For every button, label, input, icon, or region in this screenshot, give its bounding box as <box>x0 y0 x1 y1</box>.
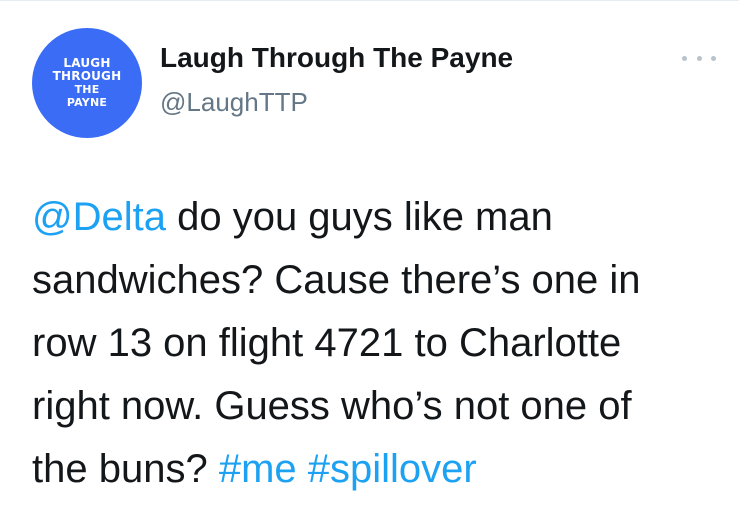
tweet-line: right now. Guess who’s not one of <box>32 384 632 428</box>
author-display-name[interactable]: Laugh Through The Payne <box>160 42 513 74</box>
more-options-button[interactable] <box>682 48 716 68</box>
tweet-line: row 13 on flight 4721 to Charlotte <box>32 321 622 365</box>
divider <box>0 0 739 1</box>
avatar-text-line: THE <box>74 83 100 96</box>
tweet-text-segment: do you guys like man <box>165 195 553 239</box>
more-horizontal-icon <box>696 55 702 61</box>
tweet-text: @Delta do you guys like man sandwiches? … <box>32 186 722 501</box>
tweet-card: LAUGH THROUGH THE PAYNE Laugh Through Th… <box>0 0 739 532</box>
tweet-line: @Delta do you guys like man <box>32 186 722 249</box>
hashtag-link[interactable]: #me <box>219 447 297 491</box>
avatar-text-line: THROUGH <box>52 69 122 83</box>
author-handle[interactable]: @LaughTTP <box>160 87 308 118</box>
avatar-text-line: PAYNE <box>66 96 108 109</box>
tweet-text-segment <box>297 447 308 491</box>
more-horizontal-icon <box>711 55 716 61</box>
tweet-text-segment: the buns? <box>32 447 219 491</box>
hashtag-link[interactable]: #spillover <box>308 447 477 491</box>
tweet-line: sandwiches? Cause there’s one in <box>32 258 641 302</box>
mention-link[interactable]: @Delta <box>32 195 166 239</box>
more-horizontal-icon <box>682 55 687 61</box>
avatar[interactable]: LAUGH THROUGH THE PAYNE <box>32 28 142 138</box>
tweet-line: the buns? #me #spillover <box>32 438 722 501</box>
